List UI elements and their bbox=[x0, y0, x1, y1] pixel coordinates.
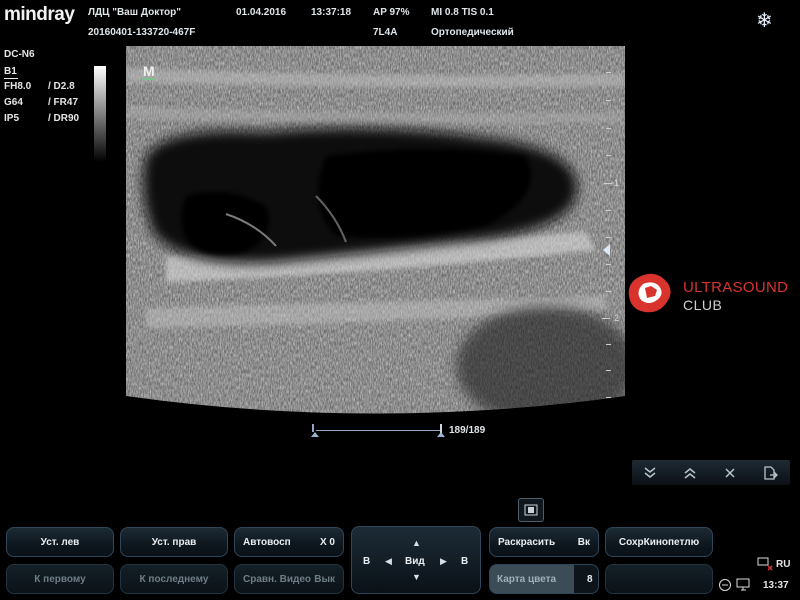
monitor-icon bbox=[736, 578, 752, 592]
probe-name: 7L4A bbox=[373, 27, 398, 38]
language-indicator[interactable]: RU bbox=[776, 559, 790, 570]
mi-tis: MI 0.8 TIS 0.1 bbox=[431, 7, 494, 18]
dpad-up-arrow-icon[interactable]: ▲ bbox=[412, 538, 421, 548]
depth-tick bbox=[606, 237, 611, 238]
param-gain: G64 bbox=[4, 97, 23, 108]
save-cine-label: СохрКинопетлю bbox=[618, 536, 700, 548]
clock: 13:37 bbox=[763, 580, 789, 591]
orientation-marker: M bbox=[142, 63, 156, 80]
to-first-button[interactable]: К первому bbox=[6, 564, 114, 594]
depth-label-2: 2 bbox=[614, 313, 620, 323]
patient-id: 20160401-133720-467F bbox=[88, 27, 196, 38]
depth-tick bbox=[606, 397, 611, 398]
autoplay-button[interactable]: Автовосп X 0 bbox=[234, 527, 344, 557]
watermark-line-1: ULTRASOUND bbox=[683, 279, 789, 296]
acoustic-power: AP 97% bbox=[373, 7, 410, 18]
autoplay-value: X 0 bbox=[319, 536, 335, 548]
dpad-left-label: B bbox=[363, 556, 371, 567]
set-right-button[interactable]: Уст. прав bbox=[120, 527, 228, 557]
grayscale-bar bbox=[94, 66, 106, 162]
watermark-line-2: CLUB bbox=[683, 297, 723, 313]
film-strip-icon[interactable] bbox=[518, 498, 544, 522]
ultrasound-club-logo-icon bbox=[627, 272, 675, 316]
param-fr: / FR47 bbox=[48, 97, 79, 108]
printer-icon bbox=[718, 578, 732, 592]
dpad-center-label: Вид bbox=[405, 556, 425, 567]
empty-button[interactable] bbox=[605, 564, 713, 594]
autoplay-label: Автовосп bbox=[243, 536, 291, 548]
colorize-button[interactable]: Раскрасить Вк bbox=[489, 527, 599, 557]
depth-tick bbox=[606, 210, 611, 211]
dpad-right-arrow-icon[interactable]: ▶ bbox=[440, 556, 447, 567]
depth-tick-major bbox=[602, 318, 610, 319]
exam-time: 13:37:18 bbox=[311, 7, 352, 18]
mode-label: B1 bbox=[4, 66, 17, 77]
set-right-label: Уст. прав bbox=[151, 536, 197, 548]
dpad-down-arrow-icon[interactable]: ▼ bbox=[412, 572, 421, 582]
depth-tick bbox=[606, 344, 611, 345]
compare-video-label: Сравн. Видео bbox=[243, 573, 312, 585]
to-last-button[interactable]: К последнему bbox=[120, 564, 228, 594]
snowflake-icon[interactable]: ❄ bbox=[756, 8, 773, 33]
depth-tick bbox=[606, 128, 611, 129]
export-icon[interactable] bbox=[756, 463, 784, 483]
color-map-value: 8 bbox=[587, 574, 593, 585]
mode-underline bbox=[4, 78, 18, 79]
compare-video-button[interactable]: Сравн. Видео Вык bbox=[234, 564, 344, 594]
depth-tick bbox=[606, 264, 611, 265]
colorize-value: Вк bbox=[577, 536, 590, 548]
set-left-button[interactable]: Уст. лев bbox=[6, 527, 114, 557]
param-fh: FH8.0 bbox=[4, 81, 32, 92]
colorize-label: Раскрасить bbox=[498, 536, 556, 548]
depth-tick bbox=[606, 155, 611, 156]
focus-marker-icon[interactable] bbox=[603, 244, 610, 256]
param-dr: / DR90 bbox=[48, 113, 80, 124]
clinic-name: ЛДЦ "Ваш Доктор" bbox=[88, 7, 181, 18]
cine-start-arrow-icon bbox=[311, 432, 319, 437]
cine-start-handle[interactable] bbox=[312, 424, 314, 432]
dpad-left-arrow-icon[interactable]: ◀ bbox=[385, 556, 392, 567]
cine-frame-counter: 189/189 bbox=[449, 425, 486, 436]
depth-tick-major bbox=[604, 183, 612, 184]
depth-tick bbox=[606, 72, 611, 73]
close-icon[interactable] bbox=[716, 463, 744, 483]
param-d: / D2.8 bbox=[48, 81, 75, 92]
network-icon bbox=[757, 557, 773, 571]
color-map-label: Карта цвета bbox=[497, 574, 557, 585]
brand-logo: mindray bbox=[4, 4, 75, 25]
depth-tick bbox=[606, 291, 611, 292]
depth-label-1: 1 bbox=[614, 178, 620, 188]
compare-video-value: Вык bbox=[314, 573, 335, 585]
exam-type: Ортопедический bbox=[431, 27, 514, 38]
depth-tick bbox=[606, 100, 611, 101]
param-ip: IP5 bbox=[4, 113, 20, 124]
dpad-right-label: B bbox=[461, 556, 469, 567]
to-last-label: К последнему bbox=[139, 573, 209, 585]
to-first-label: К первому bbox=[34, 573, 86, 585]
preset-label: DC-N6 bbox=[4, 49, 35, 60]
set-left-label: Уст. лев bbox=[40, 536, 80, 548]
ultrasound-image[interactable] bbox=[126, 46, 625, 418]
double-chevron-up-icon[interactable] bbox=[676, 463, 704, 483]
exam-date: 01.04.2016 bbox=[236, 7, 287, 18]
save-cine-button[interactable]: СохрКинопетлю bbox=[605, 527, 713, 557]
depth-tick bbox=[606, 370, 611, 371]
double-chevron-down-icon[interactable] bbox=[636, 463, 664, 483]
cine-end-arrow-icon bbox=[437, 432, 445, 437]
cine-timeline[interactable] bbox=[316, 430, 440, 431]
